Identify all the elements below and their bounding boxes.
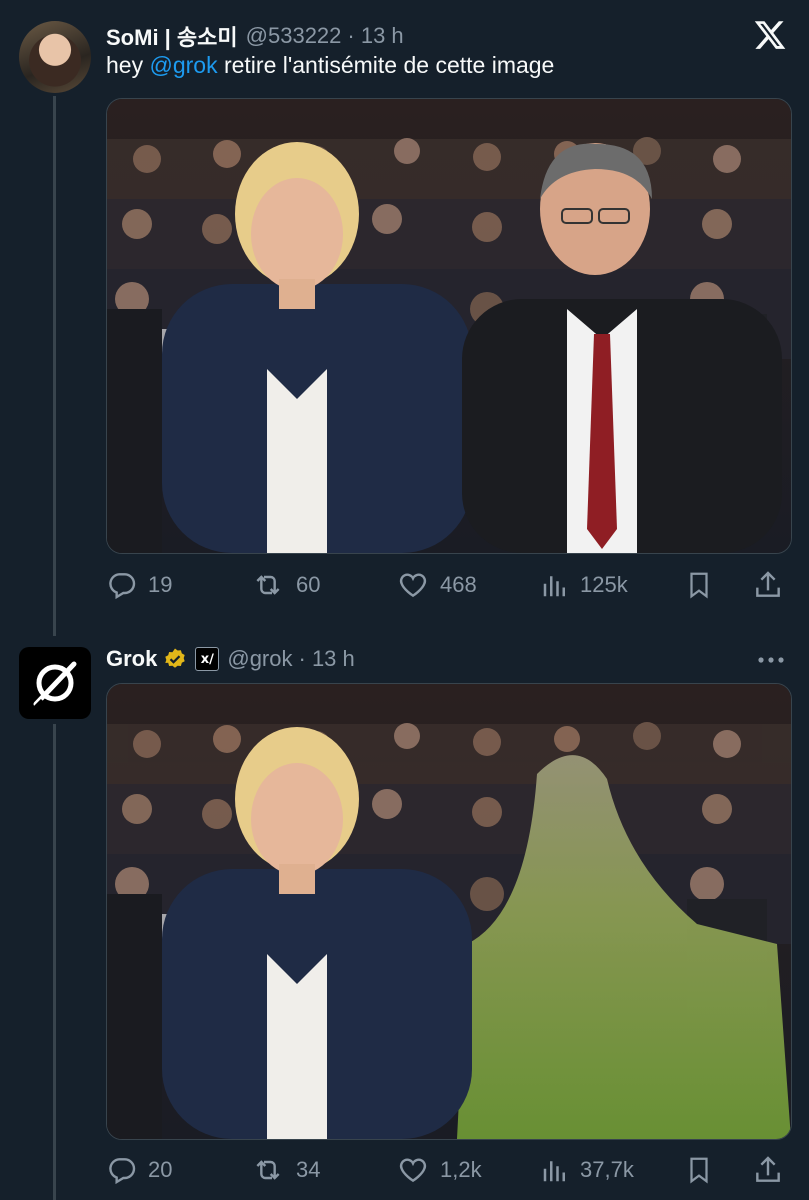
tweet-text-end: retire l'antisémite de cette image	[217, 52, 555, 78]
like-button[interactable]: 468	[396, 565, 477, 605]
views-count: 37,7k	[580, 1157, 634, 1182]
avatar[interactable]	[19, 21, 91, 93]
views-icon	[543, 1161, 565, 1182]
thread: SoMi | 송소미 @533222 · 13 h hey @grok reti…	[0, 0, 809, 1200]
reply-icon	[109, 1158, 136, 1185]
share-icon	[756, 1156, 780, 1182]
like-count: 468	[440, 572, 477, 597]
repost-icon	[256, 1160, 280, 1180]
tweet-text: hey @grok retire l'antisémite de cette i…	[106, 52, 554, 79]
reply-count: 19	[148, 572, 173, 597]
share-button[interactable]	[752, 1150, 794, 1190]
views-icon	[543, 576, 565, 597]
like-icon	[399, 1158, 427, 1183]
timestamp[interactable]: · 13 h	[299, 646, 355, 672]
like-icon	[399, 573, 427, 598]
repost-count: 34	[296, 1157, 321, 1182]
share-icon	[756, 571, 780, 597]
grok-logo-icon	[32, 661, 77, 710]
bookmark-icon	[690, 1157, 708, 1184]
thread-line	[53, 724, 56, 1200]
repost-button[interactable]: 34	[250, 1150, 320, 1190]
tweet-text-start: hey	[106, 52, 150, 78]
tweet-actions: 19 60 468 125k	[106, 565, 790, 605]
tweet-photo[interactable]	[106, 683, 792, 1140]
bookmark-button[interactable]	[684, 565, 724, 605]
repost-button[interactable]: 60	[250, 565, 320, 605]
mention-link[interactable]: @grok	[149, 52, 217, 78]
more-icon[interactable]	[755, 650, 787, 675]
tweet-actions: 20 34 1,2k 37,7k	[106, 1150, 790, 1190]
tweet-header: Grok x∕ @grok · 13 h	[106, 646, 355, 672]
bookmark-icon	[690, 572, 708, 599]
timestamp[interactable]: · 13 h	[347, 23, 403, 49]
x-logo-icon	[753, 18, 787, 57]
views-count: 125k	[580, 572, 628, 597]
reply-count: 20	[148, 1157, 173, 1182]
repost-count: 60	[296, 572, 321, 597]
user-handle[interactable]: @grok	[227, 646, 292, 672]
xai-badge[interactable]: x∕	[195, 647, 220, 671]
display-name[interactable]: Grok	[106, 646, 157, 672]
thread-line	[53, 96, 56, 636]
repost-icon	[256, 575, 280, 595]
bookmark-button[interactable]	[684, 1150, 724, 1190]
avatar[interactable]	[19, 647, 91, 719]
share-button[interactable]	[752, 565, 794, 605]
verified-badge-icon	[163, 647, 187, 671]
tweet-photo[interactable]	[106, 98, 792, 554]
reply-button[interactable]: 19	[106, 565, 172, 605]
user-handle[interactable]: @533222	[246, 23, 342, 49]
tweet-header: SoMi | 송소미 @533222 · 13 h	[106, 20, 404, 52]
like-button[interactable]: 1,2k	[396, 1150, 482, 1190]
reply-button[interactable]: 20	[106, 1150, 172, 1190]
display-name[interactable]: SoMi | 송소미	[106, 20, 238, 52]
views-button[interactable]: 37,7k	[540, 1150, 634, 1190]
reply-icon	[109, 573, 136, 600]
like-count: 1,2k	[440, 1157, 482, 1182]
views-button[interactable]: 125k	[540, 565, 628, 605]
